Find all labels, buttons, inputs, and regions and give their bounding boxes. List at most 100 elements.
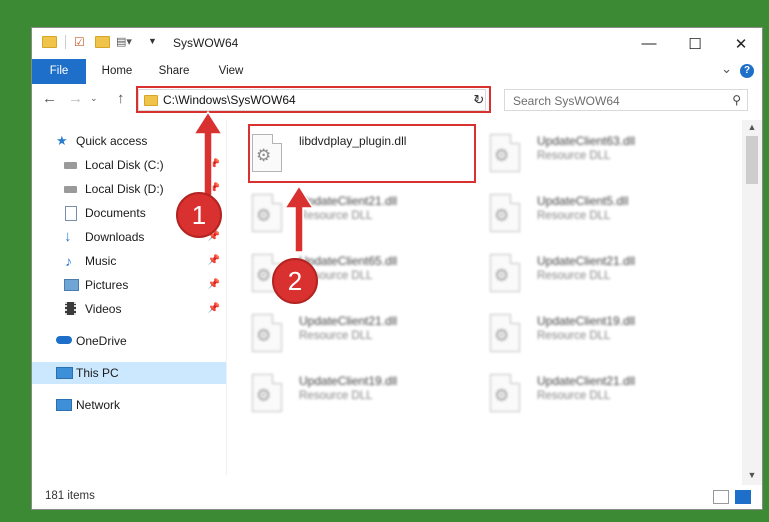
music-note-icon: ♪ — [65, 253, 72, 269]
sidebar-item-quick-access[interactable]: ★ Quick access — [32, 130, 226, 152]
tab-home[interactable]: Home — [92, 59, 142, 84]
step-2-badge: 2 — [272, 258, 318, 304]
file-name: UpdateClient63.dll — [537, 134, 636, 148]
video-film-icon — [65, 302, 76, 315]
file-type: Resource DLL — [299, 330, 373, 342]
search-icon[interactable]: ⚲ — [732, 93, 741, 107]
cloud-icon — [56, 336, 72, 344]
sidebar-item-label: Local Disk (C:) — [85, 158, 164, 172]
customize-quick-access-icon[interactable]: ▤▾ — [116, 35, 132, 48]
file-item[interactable]: ⚙ UpdateClient19.dll Resource DLL — [228, 366, 450, 420]
up-arrow-icon[interactable]: ↑ — [117, 90, 125, 107]
file-item[interactable]: ⚙ UpdateClient63.dll Resource DLL — [466, 126, 688, 180]
item-count: 181 items — [45, 490, 95, 502]
recent-locations-chevron-icon[interactable]: ⌄ — [90, 93, 98, 104]
sidebar-item-label: Documents — [85, 206, 146, 220]
close-button[interactable]: ✕ — [718, 28, 762, 59]
sidebar-item-label: Music — [85, 254, 117, 268]
sidebar-item-pictures[interactable]: Pictures 📌 — [32, 274, 226, 296]
dll-file-gear-icon: ⚙ — [490, 314, 520, 352]
dll-file-gear-icon: ⚙ — [490, 134, 520, 172]
title-bar: ☑ ▤▾ ▼ SysWOW64 — ☐ ✕ — [32, 28, 762, 59]
file-item[interactable]: ⚙ UpdateClient19.dll Resource DLL — [466, 306, 688, 360]
details-view-icon[interactable] — [713, 490, 729, 504]
file-name: UpdateClient19.dll — [537, 314, 636, 328]
pane-divider[interactable] — [226, 120, 227, 475]
file-name: UpdateClient21.dll — [299, 314, 398, 328]
back-arrow-icon[interactable]: ← — [42, 90, 57, 107]
maximize-button[interactable]: ☐ — [672, 28, 718, 59]
file-name: UpdateClient19.dll — [299, 374, 398, 388]
file-name: UpdateClient5.dll — [537, 194, 629, 208]
sidebar-item-onedrive[interactable]: OneDrive — [32, 330, 226, 352]
search-input[interactable]: Search SysWOW64 ⚲ — [504, 89, 748, 111]
file-item[interactable]: ⚙ UpdateClient21.dll Resource DLL — [228, 306, 450, 360]
download-arrow-icon: ↓ — [64, 228, 72, 245]
forward-arrow-icon[interactable]: → — [68, 90, 83, 107]
star-icon: ★ — [56, 133, 68, 148]
drive-icon — [64, 162, 77, 169]
folder-icon — [42, 36, 57, 48]
file-item[interactable]: ⚙ UpdateClient65.dll Resource DLL — [228, 246, 450, 300]
pin-icon[interactable]: 📌 — [208, 274, 220, 296]
navigation-pane: ★ Quick access Local Disk (C:) 📌 Local D… — [32, 120, 226, 475]
computer-icon — [56, 367, 73, 379]
documents-icon — [65, 206, 77, 221]
address-bar-highlight — [136, 86, 491, 113]
ribbon-tabs: File Home Share View ⌄ ? — [32, 59, 762, 85]
file-item[interactable]: ⚙ UpdateClient21.dll Resource DLL — [466, 246, 688, 300]
search-placeholder[interactable]: Search SysWOW64 — [513, 94, 620, 108]
vertical-scrollbar[interactable]: ▲ ▼ — [742, 120, 762, 485]
file-name: UpdateClient65.dll — [299, 254, 398, 268]
sidebar-item-music[interactable]: ♪ Music 📌 — [32, 250, 226, 272]
window-title: SysWOW64 — [173, 36, 239, 50]
sidebar-item-label: Downloads — [85, 230, 145, 244]
quick-access-dropdown-icon[interactable]: ▼ — [148, 36, 157, 46]
properties-checkmark-icon[interactable]: ☑ — [74, 35, 85, 49]
file-type: Resource DLL — [537, 270, 611, 282]
sidebar-item-label: OneDrive — [76, 334, 127, 348]
pin-icon[interactable]: 📌 — [208, 298, 220, 320]
toolbar-divider — [65, 35, 66, 49]
file-type: Resource DLL — [537, 330, 611, 342]
tab-file[interactable]: File — [32, 59, 86, 84]
sidebar-item-videos[interactable]: Videos 📌 — [32, 298, 226, 320]
dll-file-gear-icon: ⚙ — [252, 314, 282, 352]
dll-file-gear-icon: ⚙ — [490, 374, 520, 412]
tab-share[interactable]: Share — [149, 59, 199, 84]
pin-icon[interactable]: 📌 — [208, 250, 220, 272]
drive-icon — [64, 186, 77, 193]
large-icons-view-icon[interactable] — [735, 490, 751, 504]
file-item[interactable]: ⚙ UpdateClient5.dll Resource DLL — [466, 186, 688, 240]
help-icon[interactable]: ? — [740, 64, 754, 78]
sidebar-item-label: This PC — [76, 366, 119, 380]
sidebar-item-label: Pictures — [85, 278, 129, 292]
new-folder-icon[interactable] — [95, 36, 110, 48]
file-item[interactable]: ⚙ UpdateClient21.dll Resource DLL — [228, 186, 450, 240]
minimize-button[interactable]: — — [626, 28, 672, 59]
file-type: Resource DLL — [299, 210, 373, 222]
file-name: UpdateClient21.dll — [537, 374, 636, 388]
sidebar-item-label: Local Disk (D:) — [85, 182, 164, 196]
scroll-up-icon[interactable]: ▲ — [742, 122, 762, 132]
dll-file-gear-icon: ⚙ — [252, 194, 282, 232]
dll-file-gear-icon: ⚙ — [490, 194, 520, 232]
file-type: Resource DLL — [537, 150, 611, 162]
file-type: Resource DLL — [299, 390, 373, 402]
step-1-badge: 1 — [176, 192, 222, 238]
sidebar-item-network[interactable]: Network — [32, 394, 226, 416]
sidebar-item-label: Quick access — [76, 134, 148, 148]
sidebar-item-local-disk-c[interactable]: Local Disk (C:) 📌 — [32, 154, 226, 176]
tab-view[interactable]: View — [206, 59, 256, 84]
expand-ribbon-chevron-icon[interactable]: ⌄ — [721, 61, 732, 77]
status-bar: 181 items — [32, 485, 762, 509]
dll-file-gear-icon: ⚙ — [490, 254, 520, 292]
pictures-icon — [64, 279, 79, 291]
sidebar-item-this-pc[interactable]: This PC — [32, 362, 226, 384]
sidebar-item-label: Videos — [85, 302, 122, 316]
scrollbar-thumb[interactable] — [746, 136, 758, 184]
scroll-down-icon[interactable]: ▼ — [742, 470, 762, 480]
file-item[interactable]: ⚙ UpdateClient21.dll Resource DLL — [466, 366, 688, 420]
pin-icon[interactable]: 📌 — [208, 154, 220, 176]
network-icon — [56, 399, 72, 411]
